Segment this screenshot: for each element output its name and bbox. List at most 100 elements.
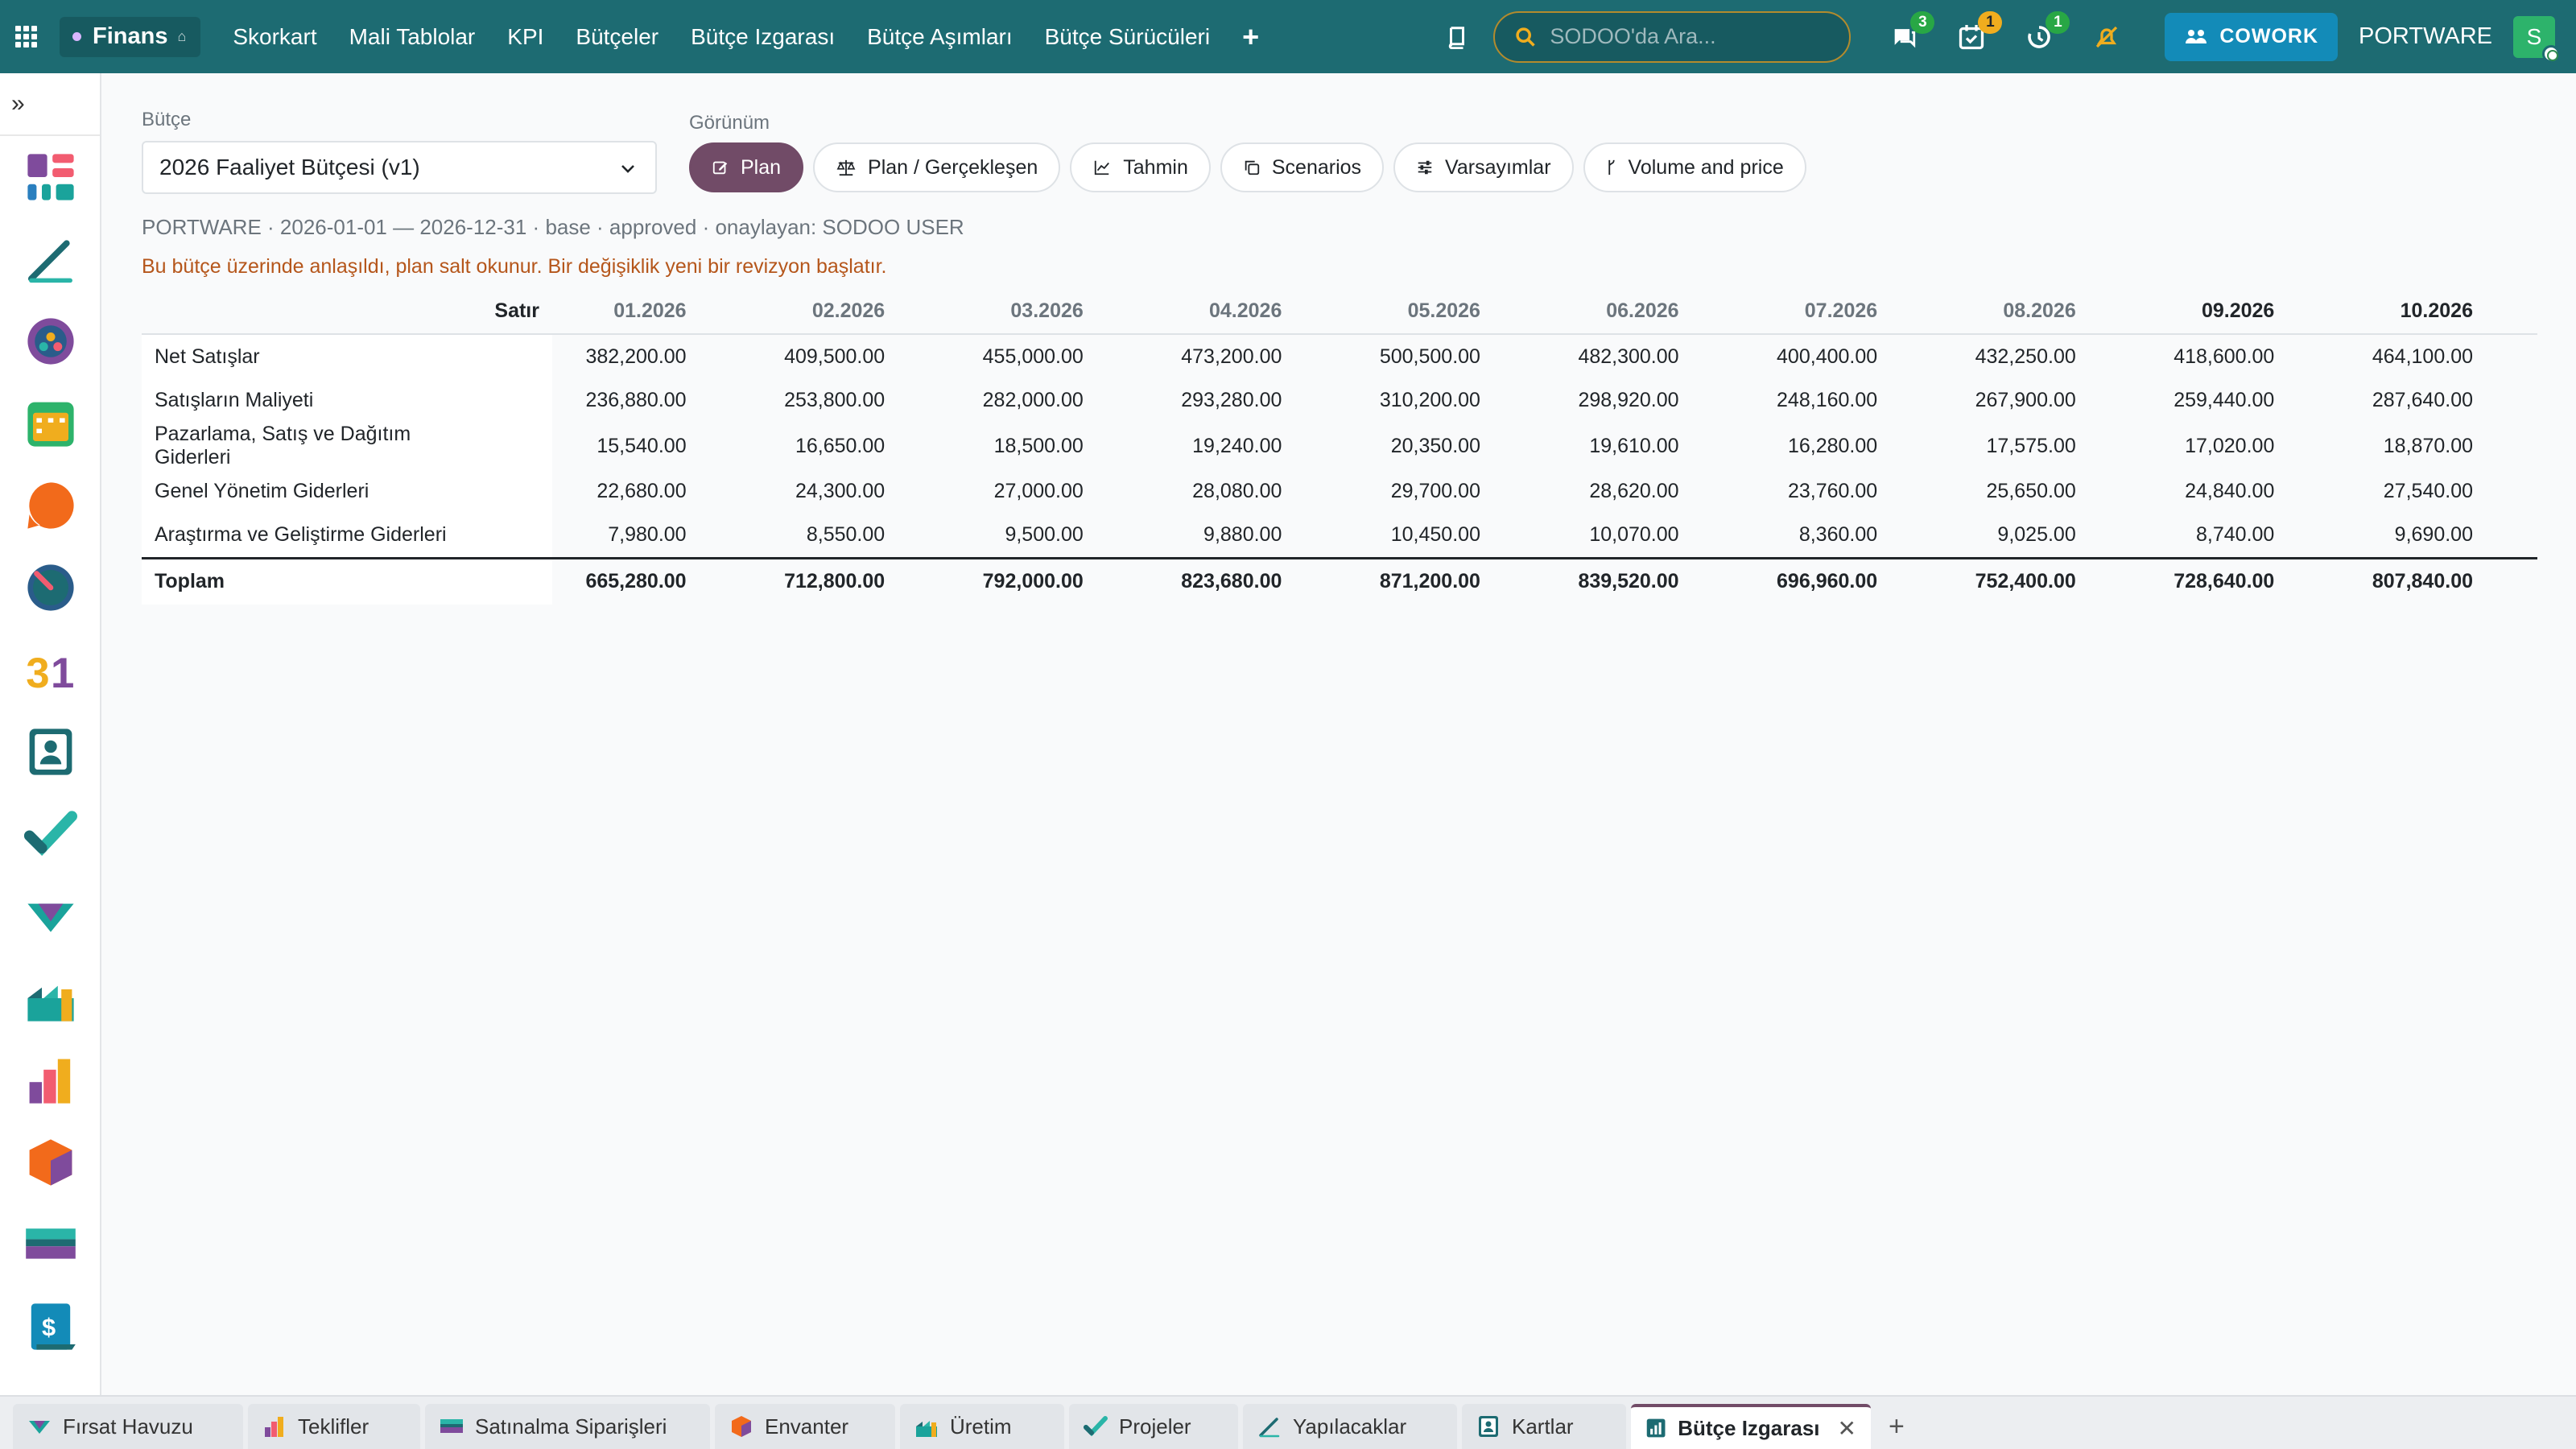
menu-mali-tablolar[interactable]: Mali Tablolar [333, 24, 492, 50]
grid-cell[interactable]: 17,020.00 [2140, 423, 2339, 469]
messages-button[interactable]: 3 [1886, 10, 1935, 55]
add-tab-button[interactable]: + [1876, 1404, 1918, 1449]
grid-cell[interactable]: 464,100.00 [2339, 334, 2537, 378]
grid-cell[interactable]: 432,250.00 [1942, 334, 2140, 378]
view-forecast-button[interactable]: Tahmin [1070, 142, 1211, 192]
grid-cell[interactable]: 9,690.00 [2339, 514, 2537, 558]
module-switcher[interactable]: Finans ⌂ [60, 16, 201, 57]
expand-sidebar-icon[interactable]: » [0, 73, 100, 136]
grid-cell[interactable]: 259,440.00 [2140, 378, 2339, 423]
time-app-icon[interactable] [0, 547, 101, 629]
tab-uretim[interactable]: Üretim [900, 1404, 1064, 1449]
grid-cell[interactable]: 236,880.00 [552, 378, 751, 423]
grid-cell[interactable]: 7,980.00 [552, 514, 751, 558]
tab-teklifler[interactable]: Teklifler [248, 1404, 420, 1449]
manufacturing-app-icon[interactable] [0, 957, 101, 1039]
search-input[interactable]: SODOO'da Ara... [1493, 10, 1852, 63]
grid-cell[interactable]: 15,540.00 [552, 423, 751, 469]
grid-cell[interactable]: 18,500.00 [949, 423, 1148, 469]
menu-butce-suruculeri[interactable]: Bütçe Sürücüleri [1029, 24, 1226, 50]
inventory-app-icon[interactable] [0, 1121, 101, 1203]
menu-skorkart[interactable]: Skorkart [217, 24, 332, 50]
timer-button[interactable]: 1 [2021, 10, 2070, 55]
calendar-grid-app-icon[interactable] [0, 382, 101, 464]
view-scenarios-button[interactable]: Scenarios [1220, 142, 1385, 192]
grid-cell[interactable]: 293,280.00 [1148, 378, 1347, 423]
grid-cell[interactable]: 500,500.00 [1346, 334, 1545, 378]
tab-satinalma-siparisleri[interactable]: Satınalma Siparişleri [425, 1404, 710, 1449]
grid-cell[interactable]: 9,880.00 [1148, 514, 1347, 558]
calendar-31-app-icon[interactable]: 31 [0, 629, 101, 711]
grid-cell[interactable]: 418,600.00 [2140, 334, 2339, 378]
user-avatar[interactable]: S [2513, 15, 2560, 63]
grid-cell[interactable]: 267,900.00 [1942, 378, 2140, 423]
tab-projeler[interactable]: Projeler [1069, 1404, 1238, 1449]
grid-cell[interactable]: 28,620.00 [1545, 469, 1744, 514]
grid-cell[interactable]: 253,800.00 [751, 378, 950, 423]
company-switcher[interactable]: PORTWARE [2359, 23, 2492, 50]
grid-cell[interactable]: 24,300.00 [751, 469, 950, 514]
menu-kpi[interactable]: KPI [491, 24, 559, 50]
grid-cell[interactable]: 19,240.00 [1148, 423, 1347, 469]
grid-cell[interactable]: 400,400.00 [1744, 334, 1942, 378]
team-app-icon[interactable] [0, 300, 101, 382]
view-plan-actual-button[interactable]: Plan / Gerçekleşen [813, 142, 1061, 192]
knowledge-book-icon[interactable] [1445, 25, 1469, 49]
grid-cell[interactable]: 9,025.00 [1942, 514, 2140, 558]
notes-app-icon[interactable] [0, 218, 101, 300]
sales-app-icon[interactable] [0, 1039, 101, 1121]
grid-cell[interactable]: 10,450.00 [1346, 514, 1545, 558]
grid-cell[interactable]: 20,350.00 [1346, 423, 1545, 469]
add-menu-button[interactable]: + [1226, 20, 1275, 54]
grid-cell[interactable]: 248,160.00 [1744, 378, 1942, 423]
tab-yapilacaklar[interactable]: Yapılacaklar [1243, 1404, 1457, 1449]
tab-butce-izgarasi[interactable]: Bütçe Izgarası ✕ [1631, 1404, 1871, 1449]
grid-cell[interactable]: 455,000.00 [949, 334, 1148, 378]
grid-cell[interactable]: 8,550.00 [751, 514, 950, 558]
grid-cell[interactable]: 25,650.00 [1942, 469, 2140, 514]
grid-cell[interactable]: 409,500.00 [751, 334, 950, 378]
grid-cell[interactable]: 473,200.00 [1148, 334, 1347, 378]
apps-menu-icon[interactable] [0, 0, 52, 73]
dashboard-app-icon[interactable] [0, 136, 101, 218]
grid-cell[interactable]: 22,680.00 [552, 469, 751, 514]
grid-cell[interactable]: 8,360.00 [1744, 514, 1942, 558]
grid-cell[interactable]: 9,500.00 [949, 514, 1148, 558]
todo-app-icon[interactable] [0, 793, 101, 875]
grid-cell[interactable]: 27,540.00 [2339, 469, 2537, 514]
grid-cell[interactable]: 382,200.00 [552, 334, 751, 378]
grid-cell[interactable]: 29,700.00 [1346, 469, 1545, 514]
grid-cell[interactable]: 310,200.00 [1346, 378, 1545, 423]
contacts-app-icon[interactable] [0, 711, 101, 793]
grid-cell[interactable]: 16,650.00 [751, 423, 950, 469]
tab-envanter[interactable]: Envanter [715, 1404, 895, 1449]
cowork-button[interactable]: COWORK [2165, 12, 2339, 61]
discuss-app-icon[interactable] [0, 464, 101, 547]
menu-butceler[interactable]: Bütçeler [559, 24, 675, 50]
grid-cell[interactable]: 8,740.00 [2140, 514, 2339, 558]
grid-cell[interactable]: 28,080.00 [1148, 469, 1347, 514]
grid-cell[interactable]: 16,280.00 [1744, 423, 1942, 469]
grid-cell[interactable]: 10,070.00 [1545, 514, 1744, 558]
menu-butce-asimlari[interactable]: Bütçe Aşımları [851, 24, 1029, 50]
activities-button[interactable]: 1 [1954, 10, 2003, 55]
view-volume-price-button[interactable]: Volume and price [1583, 142, 1806, 192]
grid-cell[interactable]: 23,760.00 [1744, 469, 1942, 514]
grid-cell[interactable]: 18,870.00 [2339, 423, 2537, 469]
grid-cell[interactable]: 27,000.00 [949, 469, 1148, 514]
grid-cell[interactable]: 24,840.00 [2140, 469, 2339, 514]
grid-cell[interactable]: 17,575.00 [1942, 423, 2140, 469]
grid-cell[interactable]: 282,000.00 [949, 378, 1148, 423]
grid-cell[interactable]: 482,300.00 [1545, 334, 1744, 378]
crm-app-icon[interactable] [0, 875, 101, 957]
tab-firsat-havuzu[interactable]: Fırsat Havuzu [13, 1404, 243, 1449]
notifications-off-button[interactable] [2089, 19, 2124, 55]
purchase-app-icon[interactable] [0, 1203, 101, 1286]
view-assumptions-button[interactable]: Varsayımlar [1393, 142, 1574, 192]
grid-cell[interactable]: 298,920.00 [1545, 378, 1744, 423]
grid-cell[interactable]: 19,610.00 [1545, 423, 1744, 469]
grid-cell[interactable]: 287,640.00 [2339, 378, 2537, 423]
budget-select[interactable]: 2026 Faaliyet Bütçesi (v1) [142, 141, 657, 194]
view-plan-button[interactable]: Plan [689, 142, 804, 192]
menu-butce-izgarasi[interactable]: Bütçe Izgarası [675, 24, 851, 50]
